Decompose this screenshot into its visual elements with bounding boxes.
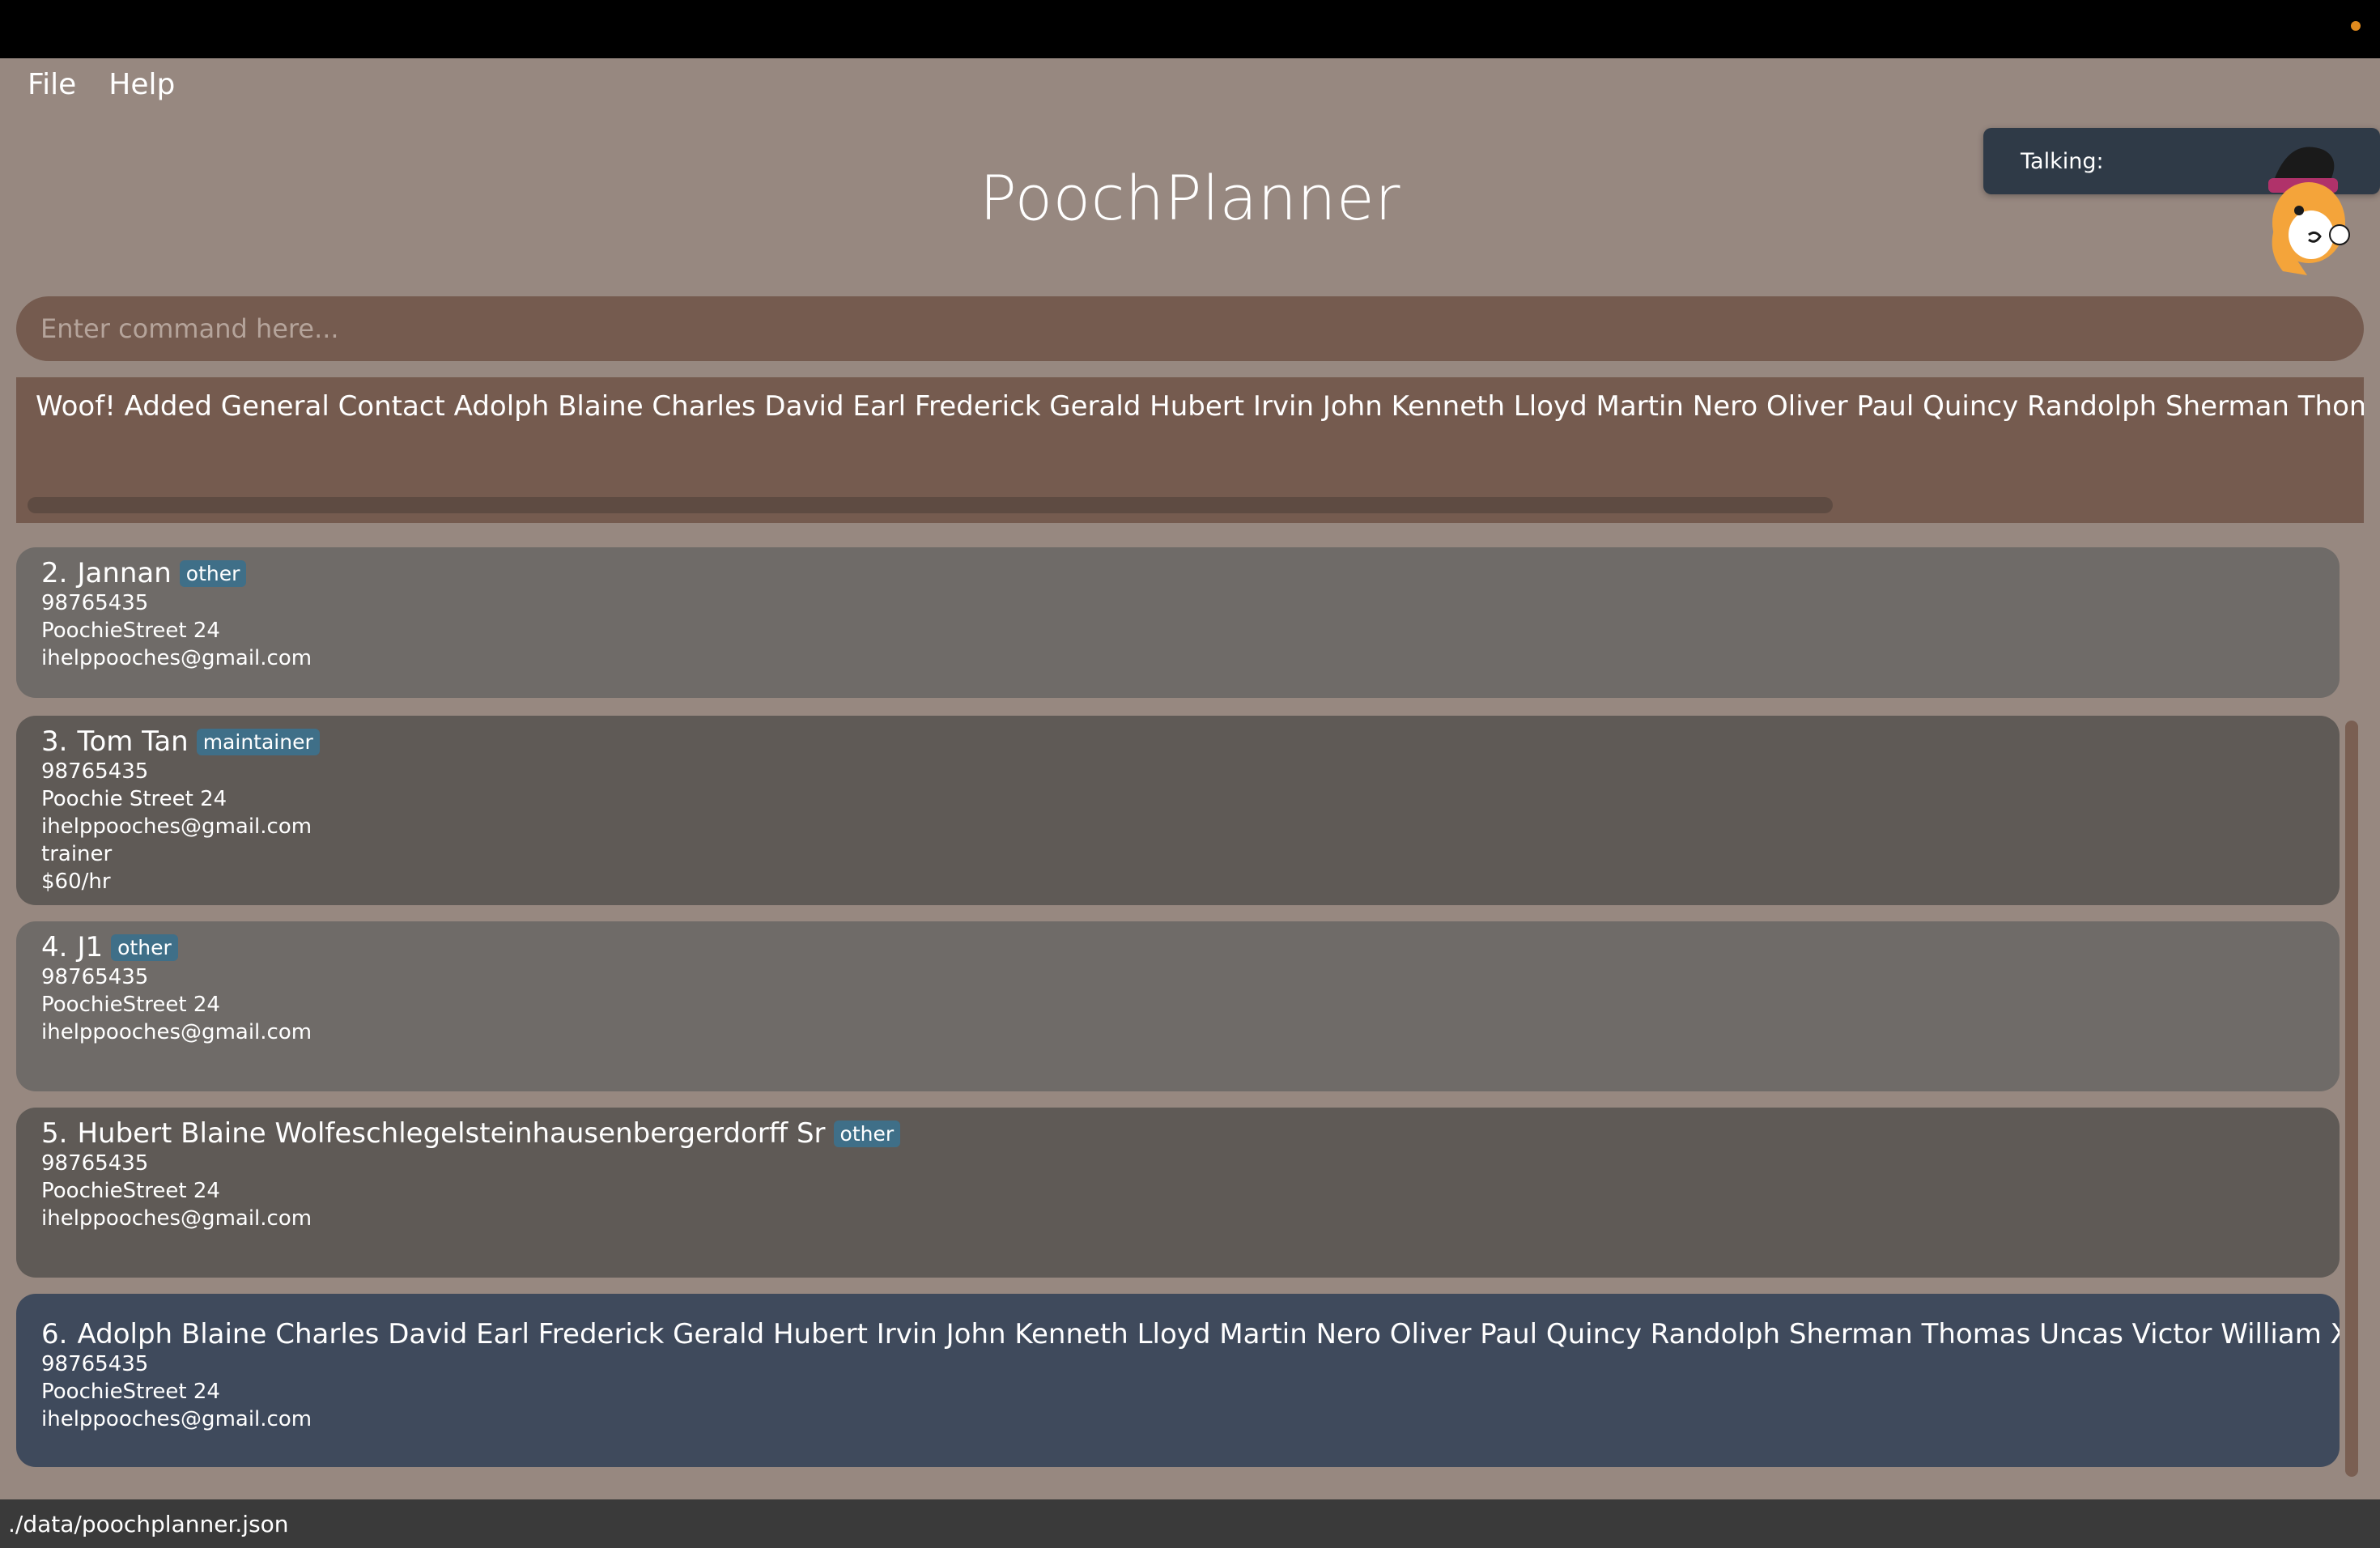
contact-index: 3.	[41, 725, 68, 758]
status-bar: ./data/poochplanner.json	[0, 1499, 2380, 1548]
contact-tag: other	[179, 559, 247, 587]
save-file-path: ./data/poochplanner.json	[8, 1511, 289, 1537]
command-input[interactable]	[39, 313, 2364, 345]
contact-phone: 98765435	[41, 965, 149, 989]
contact-email: ihelppooches@gmail.com	[41, 1206, 312, 1231]
menu-help[interactable]: Help	[108, 68, 175, 101]
contact-email: ihelppooches@gmail.com	[41, 1020, 312, 1044]
contact-name: Jannan	[77, 557, 172, 589]
contact-name: J1	[77, 931, 104, 963]
contact-email: ihelppooches@gmail.com	[41, 814, 312, 839]
contact-rate: $60/hr	[41, 870, 111, 894]
contact-tag: other	[111, 933, 178, 961]
command-box	[16, 296, 2364, 361]
contact-phone: 98765435	[41, 591, 149, 615]
contact-address: PoochieStreet 24	[41, 619, 220, 643]
contact-list: 2. Jannan other 98765435 PoochieStreet 2…	[16, 547, 2340, 1470]
result-display: Woof! Added General Contact Adolph Blain…	[16, 377, 2364, 523]
list-item[interactable]: 4. J1 other 98765435 PoochieStreet 24 ih…	[16, 921, 2340, 1091]
contact-address: PoochieStreet 24	[41, 1179, 220, 1203]
contact-name: Hubert Blaine Wolfeschlegelsteinhausenbe…	[77, 1117, 826, 1150]
contact-index: 2.	[41, 557, 68, 589]
result-message: Woof! Added General Contact Adolph Blain…	[36, 390, 2364, 423]
menu-file[interactable]: File	[28, 68, 76, 101]
contact-email: ihelppooches@gmail.com	[41, 646, 312, 670]
contact-address: Poochie Street 24	[41, 787, 227, 811]
dog-mascot-icon	[2268, 147, 2350, 275]
contact-tag: other	[833, 1120, 901, 1147]
contact-tag: maintainer	[196, 728, 320, 755]
contact-name: Tom Tan	[77, 725, 189, 758]
contact-phone: 98765435	[41, 1151, 149, 1176]
list-item[interactable]: 5. Hubert Blaine Wolfeschlegelsteinhause…	[16, 1108, 2340, 1278]
contact-phone: 98765435	[41, 1352, 149, 1376]
contact-index: 4.	[41, 931, 68, 963]
menu-bar: File Help	[0, 58, 175, 110]
contact-index: 6.	[41, 1318, 68, 1350]
contact-name: Adolph Blaine Charles David Earl Frederi…	[77, 1318, 2340, 1350]
list-item[interactable]: 2. Jannan other 98765435 PoochieStreet 2…	[16, 547, 2340, 698]
contact-phone: 98765435	[41, 759, 149, 784]
list-item[interactable]: 3. Tom Tan maintainer 98765435 Poochie S…	[16, 716, 2340, 905]
contact-email: ihelppooches@gmail.com	[41, 1407, 312, 1431]
contact-index: 5.	[41, 1117, 68, 1150]
window-top-bar	[0, 0, 2380, 58]
recording-indicator-icon	[2351, 21, 2361, 31]
talking-label: Talking:	[2021, 149, 2104, 174]
list-item-selected[interactable]: 6. Adolph Blaine Charles David Earl Fred…	[16, 1294, 2340, 1467]
contact-address: PoochieStreet 24	[41, 993, 220, 1017]
contact-role: trainer	[41, 842, 113, 866]
contact-address: PoochieStreet 24	[41, 1380, 220, 1404]
list-vertical-scrollbar[interactable]	[2345, 721, 2358, 1477]
result-horizontal-scrollbar[interactable]	[28, 497, 1833, 513]
